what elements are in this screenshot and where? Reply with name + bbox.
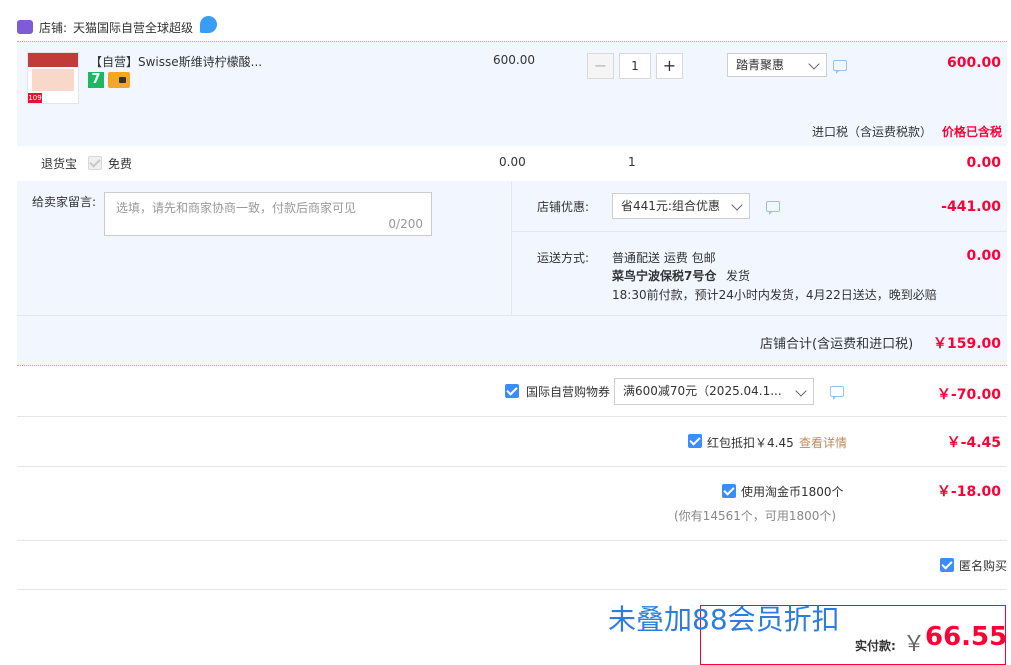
item-subtotal: 600.00 <box>946 55 1001 71</box>
shop-label: 店铺: <box>39 21 68 35</box>
shop-name[interactable]: 天猫国际自营全球超级 <box>73 19 193 36</box>
divider <box>17 540 1007 541</box>
payment-currency: ￥ <box>903 632 926 657</box>
return-insurance-label: 退货宝 <box>41 157 78 171</box>
message-label: 给卖家留言: <box>32 195 97 209</box>
shipping-label: 运送方式: <box>537 251 590 265</box>
coupon-select[interactable]: 满600减70元（2025.04.1... <box>614 378 814 405</box>
taojinbi-checkbox[interactable] <box>722 484 736 498</box>
seller-message-input[interactable]: 选填，请先和商家协商一致，付款后商家可见 0/200 <box>104 192 432 236</box>
wangwang-chat-icon[interactable] <box>200 16 217 33</box>
product-thumb-tag: 109 <box>28 93 42 103</box>
anonymous-label: 匿名购买 <box>959 559 1008 573</box>
import-tax-label: 进口税（含运费税款） <box>812 125 933 139</box>
quantity-stepper: − 1 + <box>587 53 683 79</box>
promo-select-value: 踏青聚惠 <box>736 58 785 72</box>
overlay-annotation: 未叠加88会员折扣 <box>608 603 840 636</box>
red-packet-details-link[interactable]: 查看详情 <box>799 434 847 451</box>
coupon-checkbox[interactable] <box>505 384 519 398</box>
shipping-fee: 0.00 <box>966 248 1001 264</box>
coupon-label: 国际自营购物券 <box>526 385 611 399</box>
shop-discount-select-value: 省441元:组合优惠 <box>621 199 720 213</box>
quantity-input[interactable]: 1 <box>619 53 651 79</box>
panel-divider-h <box>511 231 1007 232</box>
product-thumbnail[interactable]: 109 <box>27 52 79 104</box>
message-char-counter: 0/200 <box>388 217 423 231</box>
promo-select[interactable]: 踏青聚惠 <box>727 53 827 77</box>
return-insurance-checkbox[interactable] <box>88 156 102 170</box>
shop-total-amount: ￥159.00 <box>932 336 1001 352</box>
shop-total-label: 店铺合计(含运费和进口税) <box>760 337 914 352</box>
panel-divider-bottom <box>17 315 1007 316</box>
return-insurance-option: 免费 <box>108 157 133 171</box>
shop-discount-label: 店铺优惠: <box>537 200 590 214</box>
payment-label: 实付款: <box>855 639 896 653</box>
shipping-method: 普通配送 运费 包邮 <box>612 251 716 265</box>
decrease-quantity-button[interactable]: − <box>587 53 614 79</box>
unit-price: 600.00 <box>493 53 535 67</box>
divider <box>17 466 1007 467</box>
red-packet-label: 红包抵扣￥4.45 <box>707 436 794 450</box>
red-packet-amount: ￥-4.45 <box>946 435 1001 451</box>
return-insurance-price: 0.00 <box>499 155 526 169</box>
tax-status: 价格已含税 <box>942 125 1003 139</box>
chevron-down-icon <box>808 58 820 70</box>
comment-icon[interactable] <box>833 60 847 74</box>
return-insurance-total: 0.00 <box>966 155 1001 171</box>
payment-amount: 66.55 <box>925 622 1008 652</box>
divider <box>17 589 1007 590</box>
chevron-down-icon <box>795 385 807 397</box>
shipping-note: 18:30前付款，预计24小时内发货，4月22日送达，晚到必赔 <box>612 288 937 302</box>
increase-quantity-button[interactable]: + <box>656 53 683 79</box>
shipping-warehouse: 菜鸟宁波保税7号仓 <box>612 269 717 283</box>
seller-message-placeholder: 选填，请先和商家协商一致，付款后商家可见 <box>116 201 357 215</box>
shop-discount-select[interactable]: 省441元:组合优惠 <box>612 193 750 219</box>
comment-icon[interactable] <box>830 386 844 400</box>
coupon-select-value: 满600减70元（2025.04.1... <box>623 384 782 398</box>
comment-icon[interactable] <box>766 201 780 215</box>
divider <box>17 416 1007 417</box>
chevron-down-icon <box>731 199 743 211</box>
taojinbi-note: (你有14561个，可用1800个) <box>674 509 837 523</box>
taojinbi-label: 使用淘金币1800个 <box>741 485 844 499</box>
anonymous-checkbox[interactable] <box>940 558 954 572</box>
return-insurance-quantity: 1 <box>628 155 636 169</box>
coupon-amount: ￥-70.00 <box>936 387 1001 403</box>
shipping-ship-word: 发货 <box>726 269 751 283</box>
product-title[interactable]: 【自营】Swisse斯维诗柠檬酸... <box>90 53 262 70</box>
seven-day-return-icon: 7 <box>88 72 104 88</box>
panel-divider <box>511 181 512 315</box>
red-packet-checkbox[interactable] <box>688 434 702 448</box>
shop-icon <box>17 20 33 34</box>
taojinbi-amount: ￥-18.00 <box>936 484 1001 500</box>
credit-card-icon <box>108 72 130 88</box>
shop-discount-amount: -441.00 <box>941 199 1001 215</box>
